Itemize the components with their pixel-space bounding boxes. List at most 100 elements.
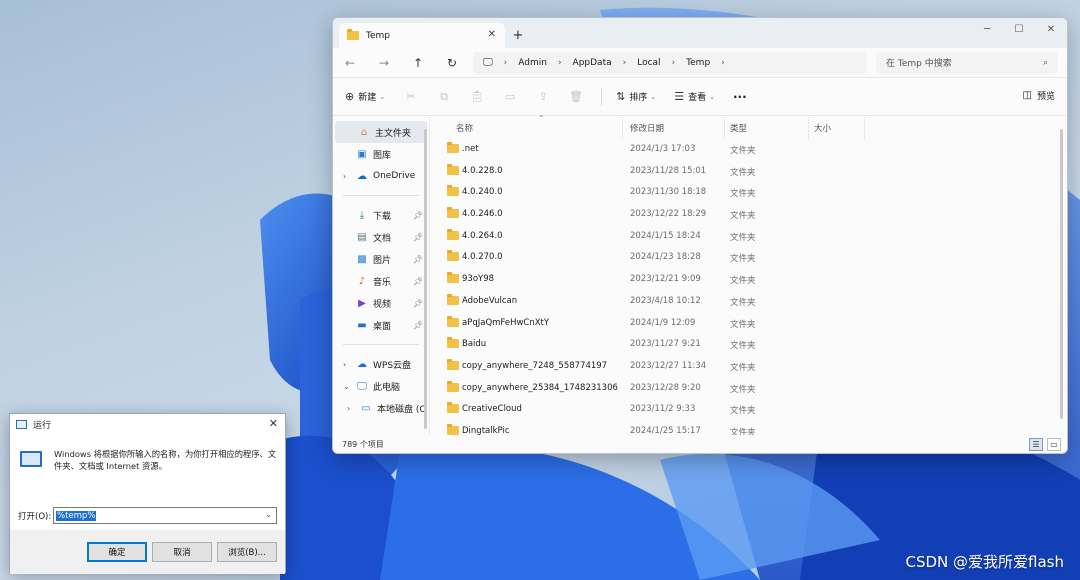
file-name: 4.0.264.0 (462, 230, 503, 241)
item-count: 789 个项目 (342, 439, 384, 449)
cancel-button[interactable]: 取消 (152, 542, 212, 562)
file-date: 2023/12/27 11:34 (630, 360, 707, 371)
file-type: 文件夹 (730, 189, 756, 200)
chevron-down-icon[interactable]: ⌄ (265, 510, 272, 519)
back-button[interactable]: ← (333, 56, 367, 70)
column-size[interactable]: 大小 (814, 122, 831, 134)
delete-icon[interactable]: 🗑︎ (568, 89, 584, 105)
breadcrumb-local[interactable]: Local (637, 58, 660, 68)
chevron-right-icon[interactable]: › (343, 360, 355, 369)
nav-item-wps-cloud[interactable]: › ☁ WPS云盘 (333, 353, 429, 375)
table-row[interactable]: .net 2024/1/3 17:03 文件夹 (430, 139, 1053, 161)
open-label: 打开(O): (18, 512, 52, 522)
sort-icon: ⇅ (616, 90, 626, 103)
table-row[interactable]: Baidu 2023/11/27 9:21 文件夹 (430, 334, 1053, 356)
run-input-value: %temp% (56, 510, 97, 521)
file-type: 文件夹 (730, 406, 756, 417)
forward-button[interactable]: → (367, 56, 401, 70)
file-date: 2023/4/18 10:12 (630, 295, 701, 306)
maximize-button[interactable]: ☐ (1003, 18, 1035, 40)
new-tab-button[interactable]: + (505, 23, 531, 48)
nav-item-this-pc[interactable]: ⌄ 🖵 此电脑 (333, 375, 429, 397)
nav-item-music[interactable]: ♪ 音乐 📌︎ (333, 270, 429, 292)
minimize-button[interactable]: ─ (971, 18, 1003, 40)
nav-item-drive-c[interactable]: › ▭ 本地磁盘 (C:) (333, 397, 429, 419)
table-row[interactable]: 4.0.264.0 2024/1/15 18:24 文件夹 (430, 226, 1053, 248)
nav-item-gallery[interactable]: ▣ 图库 (333, 143, 429, 165)
preview-pane-button[interactable]: ◫ 预览 (1023, 89, 1055, 102)
close-tab-icon[interactable]: ✕ (488, 29, 496, 40)
details-view-button[interactable]: ☰ (1029, 438, 1043, 451)
file-date: 2024/1/3 17:03 (630, 144, 696, 154)
table-row[interactable]: copy_anywhere_7248_558774197 2023/12/27 1… (430, 356, 1053, 378)
nav-item-downloads[interactable]: ⤓ 下载 📌︎ (333, 204, 429, 226)
breadcrumb-appdata[interactable]: AppData (573, 58, 612, 68)
table-row[interactable]: 4.0.240.0 2023/11/30 18:18 文件夹 (430, 182, 1053, 204)
file-list-scrollbar[interactable] (1060, 129, 1063, 419)
address-bar[interactable]: 🖵 › Admin › AppData › Local › Temp › (473, 51, 867, 74)
browse-button[interactable]: 浏览(B)... (217, 542, 277, 562)
table-row[interactable]: 93oY98 2023/12/21 9:09 文件夹 (430, 269, 1053, 291)
refresh-button[interactable]: ↻ (435, 56, 469, 70)
nav-label: 图库 (373, 150, 392, 161)
column-type[interactable]: 类型 (730, 122, 747, 134)
folder-icon (447, 250, 459, 262)
chevron-right-icon[interactable]: › (343, 172, 355, 181)
sort-button[interactable]: ⇅ 排序 ⌄ (616, 90, 656, 103)
rename-icon[interactable]: ▭ (502, 89, 518, 105)
cut-icon[interactable]: ✂ (403, 89, 419, 105)
pin-icon: 📌︎ (412, 298, 423, 308)
file-date: 2023/12/22 18:29 (630, 209, 707, 220)
paste-icon[interactable]: 📋︎ (469, 89, 485, 105)
chevron-down-icon: ⌄ (379, 92, 386, 101)
more-options-button[interactable]: ··· (733, 90, 747, 104)
close-icon[interactable]: ✕ (269, 417, 278, 430)
up-button[interactable]: ↑ (401, 56, 435, 70)
file-type: 文件夹 (730, 254, 756, 265)
tiles-view-button[interactable]: ▭ (1047, 438, 1061, 451)
column-name[interactable]: 名称 (456, 122, 473, 134)
table-row[interactable]: 4.0.246.0 2023/12/22 18:29 文件夹 (430, 204, 1053, 226)
folder-icon (447, 380, 459, 392)
table-row[interactable]: aPqJaQmFeHwCnXtY 2024/1/9 12:09 文件夹 (430, 313, 1053, 335)
copy-icon[interactable]: ⧉ (436, 89, 452, 105)
ok-button[interactable]: 确定 (87, 542, 147, 562)
chevron-right-icon[interactable]: › (347, 404, 359, 413)
breadcrumb-admin[interactable]: Admin (518, 58, 547, 68)
column-modified[interactable]: 修改日期 (630, 122, 664, 134)
nav-label: WPS云盘 (373, 360, 412, 371)
nav-item-home[interactable]: ⌂ 主文件夹 (335, 121, 427, 143)
nav-item-desktop[interactable]: ▬ 桌面 📌︎ (333, 314, 429, 336)
run-command-input[interactable]: %temp% ⌄ (53, 507, 277, 524)
folder-icon (447, 207, 459, 219)
breadcrumb-temp[interactable]: Temp (686, 58, 710, 68)
nav-label: 本地磁盘 (C:) (377, 404, 425, 415)
file-type: 文件夹 (730, 146, 756, 156)
tab-temp[interactable]: Temp ✕ (339, 23, 505, 48)
table-row[interactable]: AdobeVulcan 2023/4/18 10:12 文件夹 (430, 291, 1053, 313)
command-bar: ⊕ 新建 ⌄ ✂ ⧉ 📋︎ ▭ ⇪ 🗑︎ ⇅ 排序 ⌄ ☰ 查看 ⌄ ··· ◫… (333, 78, 1067, 116)
table-row[interactable]: copy_anywhere_25384_1748231306 2023/12/28… (430, 378, 1053, 400)
chevron-down-icon[interactable]: ⌄ (343, 382, 355, 391)
new-button[interactable]: ⊕ 新建 ⌄ (345, 90, 385, 103)
search-placeholder: 在 Temp 中搜索 (886, 59, 952, 69)
file-type: 文件夹 (730, 341, 756, 352)
nav-item-pictures[interactable]: ▩ 图片 📌︎ (333, 248, 429, 270)
nav-scrollbar[interactable] (424, 129, 427, 429)
table-row[interactable]: 4.0.270.0 2024/1/23 18:28 文件夹 (430, 247, 1053, 269)
share-icon[interactable]: ⇪ (535, 89, 551, 105)
file-name: copy_anywhere_7248_558774197 (462, 360, 608, 371)
file-name: 4.0.246.0 (462, 209, 503, 220)
view-button[interactable]: ☰ 查看 ⌄ (674, 90, 715, 103)
nav-item-onedrive[interactable]: › ☁ OneDrive (333, 165, 429, 187)
nav-item-videos[interactable]: ▶ 视频 📌︎ (333, 292, 429, 314)
file-date: 2023/11/28 15:01 (630, 165, 707, 176)
run-title-bar: 运行 ✕ (10, 414, 285, 434)
table-row[interactable]: CreativeCloud 2023/11/2 9:33 文件夹 (430, 399, 1053, 421)
search-icon: ⌕ (1042, 57, 1048, 68)
nav-item-documents[interactable]: ▤ 文档 📌︎ (333, 226, 429, 248)
close-button[interactable]: ✕ (1035, 18, 1067, 40)
table-row[interactable]: 4.0.228.0 2023/11/28 15:01 文件夹 (430, 161, 1053, 183)
search-input[interactable]: 在 Temp 中搜索 ⌕ (876, 51, 1058, 74)
desktop-icon: ▬ (357, 319, 367, 331)
